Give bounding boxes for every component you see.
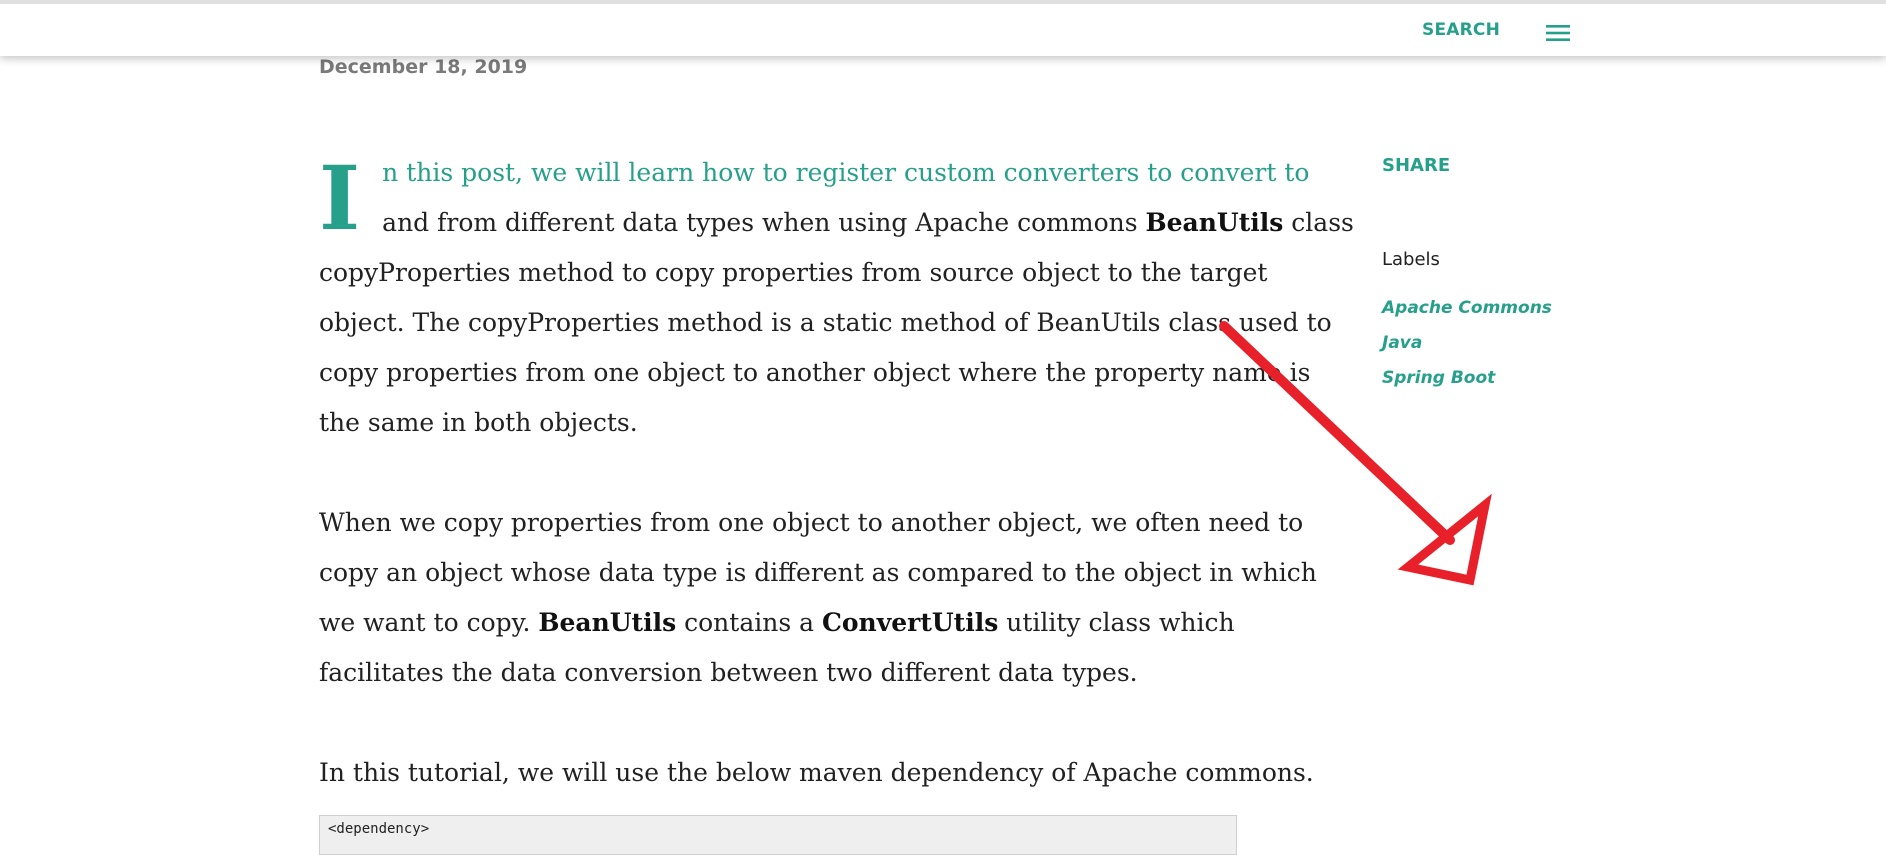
label-link-apache-commons[interactable]: Apache Commons <box>1382 298 1552 318</box>
dependency-paragraph: In this tutorial, we will use the below … <box>319 758 1314 787</box>
article-body: I n this post, we will learn how to regi… <box>319 146 1354 848</box>
text-line: copy properties from one object to anoth… <box>319 358 1311 387</box>
text-line: object. The copyProperties method is a s… <box>319 308 1332 337</box>
bold-term: ConvertUtils <box>821 608 999 637</box>
code-line: <dependency> <box>328 821 430 837</box>
labels-heading: Labels <box>1382 249 1440 270</box>
text-line: copy an object whose data type is differ… <box>319 558 1317 587</box>
label-link-java[interactable]: Java <box>1382 333 1422 353</box>
intro-lines: and from different data types when using… <box>319 198 1354 448</box>
drop-cap: I <box>319 146 361 250</box>
bold-term: BeanUtils <box>538 608 677 637</box>
text-line: facilitates the data conversion between … <box>319 658 1138 687</box>
text-line: and from different data types when using… <box>382 208 1354 237</box>
text-line: When we copy properties from one object … <box>319 508 1304 537</box>
code-block: <dependency> <box>319 815 1237 855</box>
search-button[interactable]: SEARCH <box>1422 20 1500 40</box>
text-line: copyProperties method to copy properties… <box>319 258 1268 287</box>
text-line: we want to copy. BeanUtils contains a Co… <box>319 608 1235 637</box>
intro-first-line: n this post, we will learn how to regist… <box>382 158 1310 187</box>
post-date: December 18, 2019 <box>319 56 528 78</box>
label-link-spring-boot[interactable]: Spring Boot <box>1382 368 1495 388</box>
bold-term: BeanUtils <box>1145 208 1284 237</box>
text-line: the same in both objects. <box>319 408 638 437</box>
intro-paragraph: I n this post, we will learn how to regi… <box>319 146 1354 448</box>
conversion-paragraph: When we copy properties from one object … <box>319 498 1317 698</box>
top-header-bar: SEARCH <box>0 0 1886 56</box>
hamburger-menu-icon[interactable] <box>1546 24 1570 46</box>
share-button[interactable]: SHARE <box>1382 155 1450 176</box>
